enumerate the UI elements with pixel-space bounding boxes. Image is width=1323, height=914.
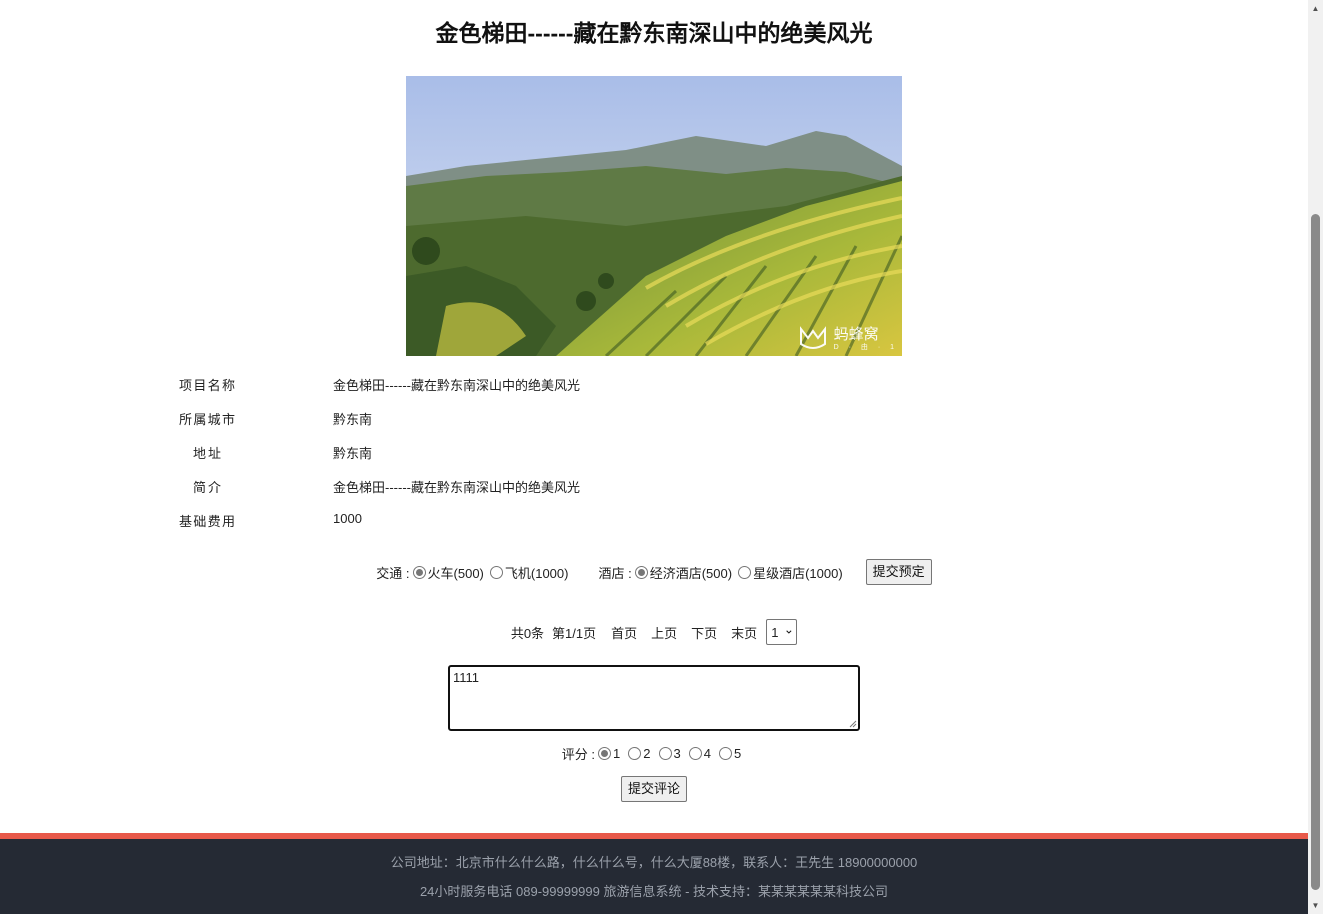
rating-option-label: 2 — [643, 745, 651, 761]
transport-option-plane[interactable]: 飞机(1000) — [487, 563, 569, 582]
rating-label: 评分 : — [561, 746, 596, 762]
detail-row-address: 地址 黔东南 — [0, 443, 900, 463]
detail-row-fee: 基础费用 1000 — [0, 511, 900, 531]
hotel-option-label: 星级酒店(1000) — [753, 565, 843, 581]
transport-label: 交通 : — [376, 565, 410, 581]
transport-group: 交通 : 火车(500) 飞机(1000) — [376, 563, 571, 582]
pager-last-link[interactable]: 末页 — [731, 623, 757, 642]
page-select-value: 1 — [771, 624, 779, 640]
radio-rating-3[interactable] — [658, 746, 672, 760]
pager-page-info: 第1/1页 — [552, 625, 597, 641]
detail-row-city: 所属城市 黔东南 — [0, 409, 900, 429]
pager-first-link[interactable]: 首页 — [611, 623, 637, 642]
hotel-option-label: 经济酒店(500) — [649, 565, 733, 581]
detail-row-intro: 简介 金色梯田------藏在黔东南深山中的绝美风光 — [0, 477, 900, 497]
transport-option-label: 火车(500) — [427, 565, 484, 581]
detail-label: 基础费用 — [179, 514, 235, 529]
detail-value: 金色梯田------藏在黔东南深山中的绝美风光 — [333, 378, 580, 393]
rating-option-label: 4 — [703, 745, 711, 761]
vertical-scrollbar[interactable]: ▲ ▼ — [1308, 0, 1323, 914]
radio-rating-4[interactable] — [688, 746, 702, 760]
detail-value: 金色梯田------藏在黔东南深山中的绝美风光 — [333, 480, 580, 495]
rating-option-label: 5 — [733, 745, 742, 761]
watermark-sub: D · 由 · 1 — [833, 344, 898, 351]
radio-rating-2[interactable] — [628, 746, 642, 760]
footer: 公司地址：北京市什么什么路，什么什么号，什么大厦88楼，联系人：王先生 1890… — [0, 833, 1308, 914]
transport-option-train[interactable]: 火车(500) — [410, 563, 484, 582]
hotel-option-star[interactable]: 星级酒店(1000) — [735, 563, 843, 582]
detail-label: 简介 — [193, 480, 221, 495]
scroll-down-arrow-icon[interactable]: ▼ — [1308, 897, 1323, 914]
radio-train[interactable] — [412, 565, 426, 579]
mafengwo-logo-icon — [799, 325, 826, 349]
comment-textarea[interactable]: 1111 — [448, 665, 860, 731]
rating-option-5[interactable]: 5 — [716, 746, 741, 761]
radio-rating-1[interactable] — [598, 746, 612, 760]
resize-handle-icon[interactable] — [849, 720, 857, 728]
detail-label: 项目名称 — [179, 378, 235, 393]
hotel-label: 酒店 : — [598, 565, 632, 581]
detail-value: 黔东南 — [333, 412, 373, 427]
rating-option-label: 3 — [673, 745, 681, 761]
comment-submit-row: 提交评论 — [0, 776, 1308, 802]
page-select[interactable]: 1 — [766, 619, 798, 645]
watermark-text: 蚂蜂窝 — [833, 326, 879, 343]
rating-option-4[interactable]: 4 — [686, 746, 711, 761]
footer-service: 24小时服务电话 089-99999999 旅游信息系统 - 技术支持：某某某某… — [419, 884, 889, 899]
pager-total: 共0条 — [510, 625, 545, 641]
detail-label: 地址 — [193, 446, 221, 461]
hero-image: 蚂蜂窝 D · 由 · 1 — [406, 76, 902, 356]
pagination: 共0条 第1/1页 首页 上页 下页 末页 1 — [0, 619, 1308, 645]
rating-group: 评分 : 1 2 3 4 5 — [0, 743, 1308, 763]
rating-option-1[interactable]: 1 — [595, 746, 620, 761]
hotel-group: 酒店 : 经济酒店(500) 星级酒店(1000) — [598, 563, 845, 582]
comment-text: 1111 — [453, 670, 480, 685]
detail-value: 黔东南 — [333, 446, 373, 461]
detail-value: 1000 — [333, 511, 362, 526]
radio-rating-5[interactable] — [718, 746, 732, 760]
page-title: 金色梯田------藏在黔东南深山中的绝美风光 — [435, 20, 873, 46]
pager-next-link[interactable]: 下页 — [691, 623, 717, 642]
detail-row-name: 项目名称 金色梯田------藏在黔东南深山中的绝美风光 — [0, 375, 900, 395]
detail-label: 所属城市 — [179, 412, 235, 427]
page: 金色梯田------藏在黔东南深山中的绝美风光 蚂蜂窝 D · 由 · 1 项目… — [0, 0, 1308, 914]
rating-option-2[interactable]: 2 — [625, 745, 651, 761]
chevron-down-icon — [786, 630, 792, 634]
rating-option-3[interactable]: 3 — [656, 746, 681, 761]
footer-address: 公司地址：北京市什么什么路，什么什么号，什么大厦88楼，联系人：王先生 1890… — [390, 855, 918, 870]
watermark: 蚂蜂窝 D · 由 · 1 — [798, 323, 898, 352]
submit-comment-button[interactable]: 提交评论 — [620, 776, 687, 802]
hotel-option-economy[interactable]: 经济酒店(500) — [632, 563, 732, 582]
radio-star[interactable] — [738, 565, 752, 579]
rating-option-label: 1 — [613, 745, 621, 761]
radio-economy[interactable] — [634, 565, 648, 579]
submit-booking-button[interactable]: 提交预定 — [865, 559, 932, 585]
scroll-thumb[interactable] — [1311, 214, 1320, 890]
pager-prev-link[interactable]: 上页 — [651, 623, 677, 642]
transport-option-label: 飞机(1000) — [504, 565, 569, 581]
booking-form: 交通 : 火车(500) 飞机(1000) 酒店 : 经济酒店(500) 星级酒… — [0, 558, 1308, 586]
terrace-landscape-image — [406, 76, 902, 356]
radio-plane[interactable] — [489, 565, 503, 579]
scroll-up-arrow-icon[interactable]: ▲ — [1308, 0, 1323, 17]
